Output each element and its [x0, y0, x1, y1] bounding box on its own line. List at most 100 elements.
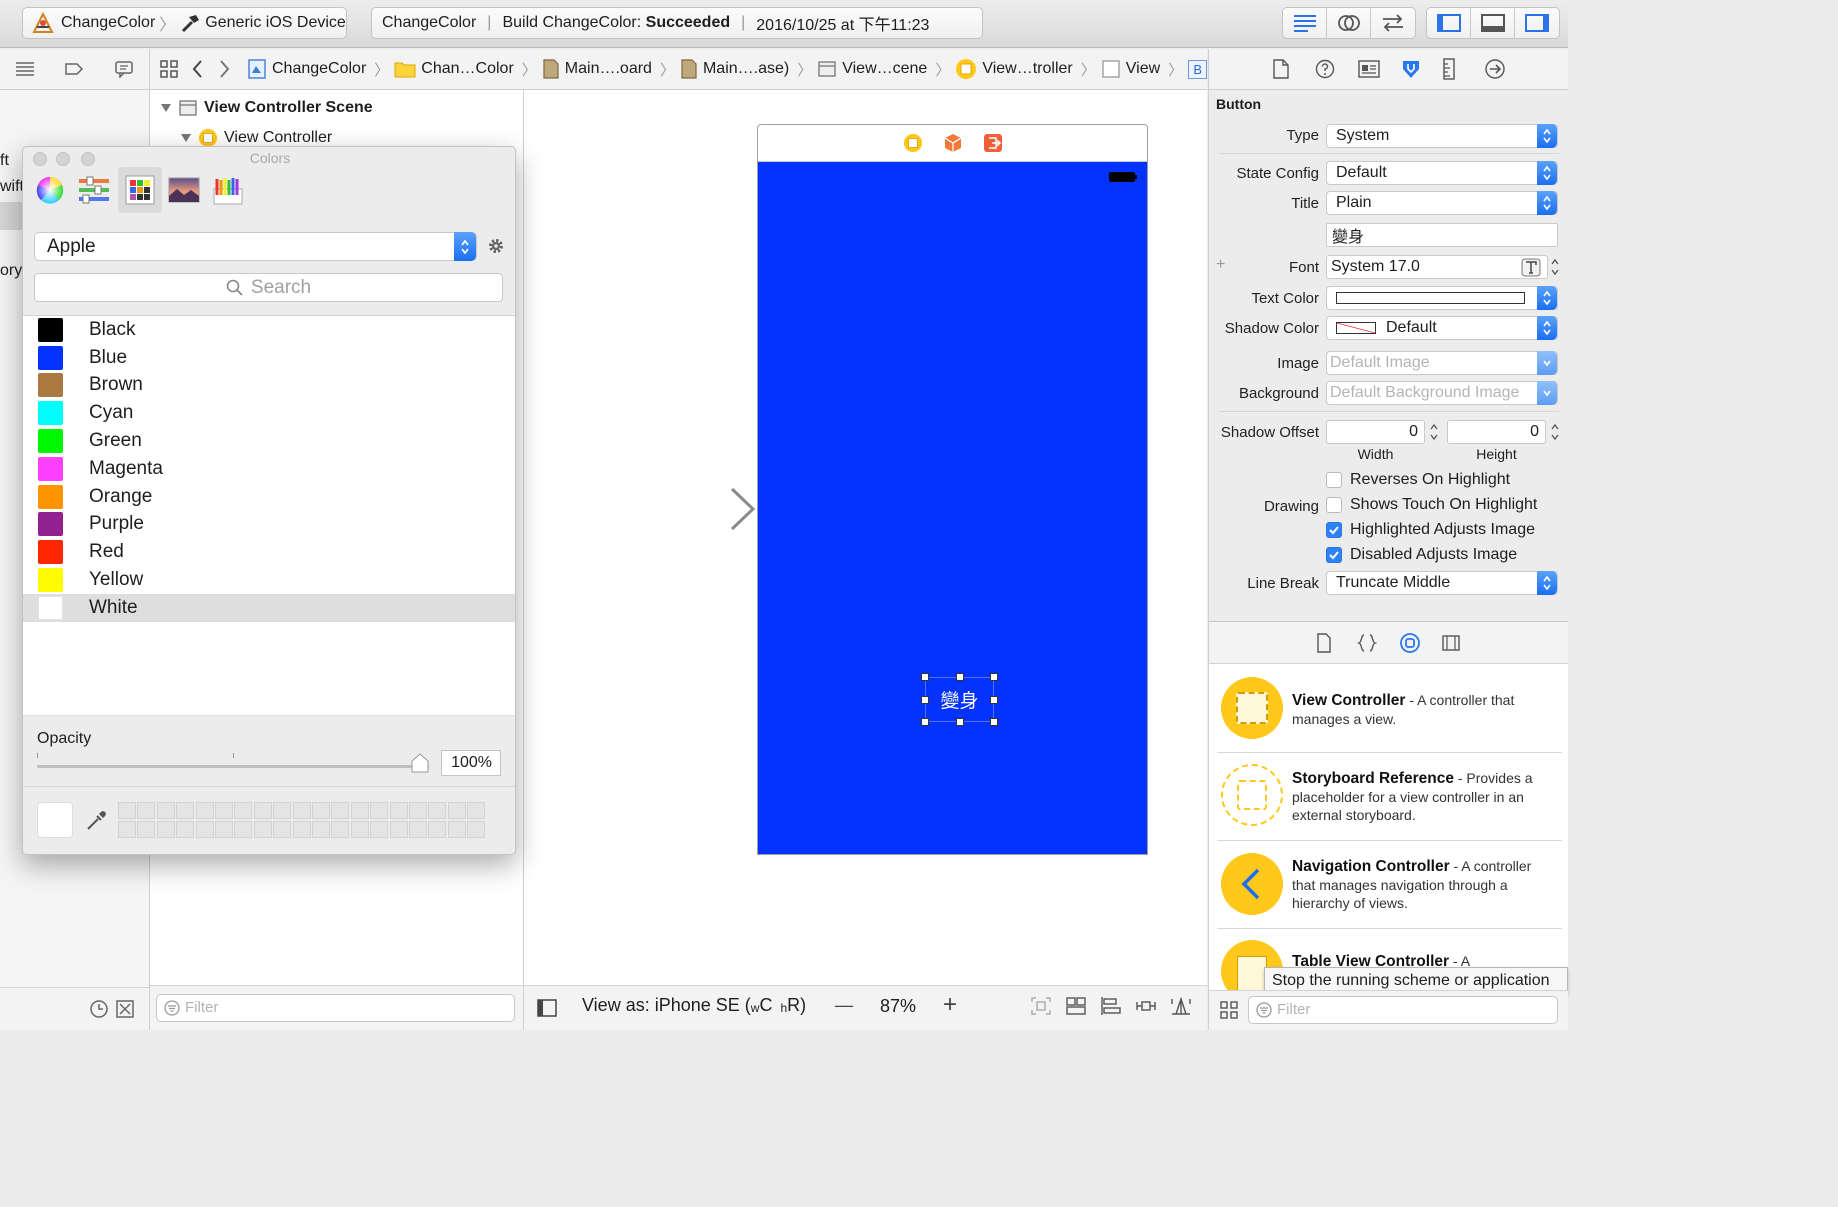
- empty-swatch-slot[interactable]: [409, 802, 427, 819]
- resize-handle[interactable]: [921, 673, 929, 681]
- list-scrollbar[interactable]: [515, 327, 516, 717]
- empty-swatch-slot[interactable]: [312, 802, 330, 819]
- empty-swatch-slot[interactable]: [118, 821, 136, 838]
- align-icon[interactable]: [1100, 996, 1122, 1016]
- library-item-view-controller[interactable]: View Controller - A controller that mana…: [1209, 672, 1568, 754]
- forward-button[interactable]: [219, 59, 231, 79]
- library-item-navigation-controller[interactable]: Navigation Controller - A controller tha…: [1209, 842, 1568, 927]
- back-button[interactable]: [191, 59, 203, 79]
- opacity-slider[interactable]: [37, 753, 429, 773]
- highlighted-adjusts-image-checkbox[interactable]: Highlighted Adjusts Image: [1326, 521, 1535, 539]
- color-list-item[interactable]: Blue: [23, 344, 515, 372]
- object-library-icon[interactable]: [1399, 632, 1441, 654]
- empty-swatch-slot[interactable]: [350, 821, 369, 838]
- current-color-well[interactable]: [37, 802, 73, 838]
- embed-in-stack-icon[interactable]: [1030, 996, 1052, 1016]
- color-list-item[interactable]: Brown: [23, 372, 515, 400]
- color-palettes-tab[interactable]: [118, 167, 162, 213]
- checkmark-icon[interactable]: [1326, 522, 1342, 538]
- version-editor-button[interactable]: [1371, 8, 1415, 38]
- empty-swatch-slot[interactable]: [253, 821, 272, 838]
- empty-swatch-slot[interactable]: [176, 821, 195, 838]
- view-controller-icon[interactable]: [903, 133, 923, 153]
- empty-swatch-slot[interactable]: [370, 802, 389, 819]
- toggle-debug-area-button[interactable]: [1471, 8, 1515, 38]
- outline-filter-field[interactable]: Filter: [156, 994, 515, 1022]
- empty-swatch-slot[interactable]: [447, 802, 466, 819]
- resize-handle[interactable]: [921, 696, 929, 704]
- empty-swatch-slot[interactable]: [389, 821, 408, 838]
- colors-panel[interactable]: Colors Apple Search Black Blue Brown Cyan Gr…: [22, 146, 516, 855]
- media-library-icon[interactable]: [1441, 634, 1483, 652]
- view-as-device[interactable]: View as: iPhone SE ( w C h R ): [582, 995, 806, 1016]
- line-break-popup[interactable]: Truncate Middle: [1326, 571, 1558, 595]
- type-popup[interactable]: System: [1326, 124, 1558, 148]
- empty-swatch-slot[interactable]: [273, 821, 292, 838]
- empty-swatch-slot[interactable]: [253, 802, 272, 819]
- navigator-item[interactable]: wift: [0, 178, 24, 196]
- tag-icon[interactable]: [63, 60, 85, 78]
- identity-inspector-icon[interactable]: [1358, 60, 1400, 78]
- empty-swatch-slot[interactable]: [137, 802, 156, 819]
- empty-swatch-slot[interactable]: [273, 802, 292, 819]
- reverses-on-highlight-checkbox[interactable]: Reverses On Highlight: [1326, 471, 1510, 489]
- empty-swatch-slot[interactable]: [312, 821, 330, 838]
- empty-swatch-slot[interactable]: [195, 821, 214, 838]
- empty-swatch-slot[interactable]: [156, 821, 175, 838]
- shadow-color-popup[interactable]: Default: [1326, 316, 1558, 340]
- toggle-navigator-button[interactable]: [1427, 8, 1471, 38]
- assistant-editor-button[interactable]: [1327, 8, 1371, 38]
- outline-controller-row[interactable]: View Controller: [180, 128, 332, 148]
- breadcrumb-storyboard-base[interactable]: Main….ase): [680, 58, 789, 80]
- list-icon[interactable]: [14, 60, 36, 78]
- image-combo[interactable]: Default Image: [1326, 351, 1558, 375]
- library-filter-field[interactable]: Filter: [1248, 996, 1558, 1024]
- font-size-stepper[interactable]: [1549, 255, 1561, 279]
- empty-swatch-slot[interactable]: [137, 821, 156, 838]
- navigator-item[interactable]: ory: [0, 262, 22, 280]
- font-picker-icon[interactable]: [1521, 258, 1541, 277]
- color-list-item[interactable]: Cyan: [23, 399, 515, 427]
- add-variation-button[interactable]: +: [1216, 256, 1225, 274]
- checkbox[interactable]: [1326, 472, 1342, 488]
- state-config-popup[interactable]: Default: [1326, 161, 1558, 185]
- breadcrumb-project[interactable]: ChangeColor: [247, 58, 366, 80]
- color-list-item[interactable]: Yellow: [23, 566, 515, 594]
- resize-handle[interactable]: [990, 696, 998, 704]
- empty-swatch-slot[interactable]: [292, 821, 311, 838]
- file-template-icon[interactable]: [1315, 632, 1357, 653]
- shadow-offset-width-field[interactable]: 0: [1326, 420, 1425, 444]
- update-frames-icon[interactable]: [1065, 996, 1087, 1016]
- empty-swatch-slot[interactable]: [292, 802, 311, 819]
- empty-swatch-slot[interactable]: [447, 821, 466, 838]
- storyboard-canvas[interactable]: 變身: [524, 90, 1207, 985]
- shadow-offset-height-field[interactable]: 0: [1447, 420, 1546, 444]
- color-list-item[interactable]: Black: [23, 316, 515, 344]
- opacity-slider-knob[interactable]: [411, 753, 429, 773]
- disabled-adjusts-image-checkbox[interactable]: Disabled Adjusts Image: [1326, 546, 1517, 564]
- standard-editor-button[interactable]: [1283, 8, 1327, 38]
- empty-swatch-slot[interactable]: [176, 802, 195, 819]
- file-inspector-icon[interactable]: [1272, 58, 1315, 80]
- custom-swatch-grid[interactable]: [118, 802, 486, 840]
- empty-swatch-slot[interactable]: [118, 802, 136, 819]
- outline-scene-row[interactable]: View Controller Scene: [160, 98, 373, 118]
- empty-swatch-slot[interactable]: [234, 802, 253, 819]
- title-text-field[interactable]: 變身: [1326, 223, 1558, 247]
- code-snippet-icon[interactable]: [1357, 633, 1399, 653]
- main-view[interactable]: 變身: [758, 162, 1147, 854]
- color-list-item[interactable]: Purple: [23, 511, 515, 539]
- empty-swatch-slot[interactable]: [215, 802, 233, 819]
- scm-icon[interactable]: [115, 999, 135, 1019]
- color-list-item[interactable]: White: [23, 593, 515, 622]
- width-stepper[interactable]: [1428, 420, 1440, 444]
- grid-view-icon[interactable]: [1219, 1000, 1239, 1020]
- resize-handle[interactable]: [921, 718, 929, 726]
- navigator-item[interactable]: ft: [0, 152, 9, 170]
- color-wheel-tab[interactable]: [28, 167, 72, 213]
- empty-swatch-slot[interactable]: [350, 802, 369, 819]
- clock-icon[interactable]: [89, 999, 109, 1019]
- title-style-popup[interactable]: Plain: [1326, 191, 1558, 215]
- empty-swatch-slot[interactable]: [409, 821, 427, 838]
- empty-swatch-slot[interactable]: [331, 821, 350, 838]
